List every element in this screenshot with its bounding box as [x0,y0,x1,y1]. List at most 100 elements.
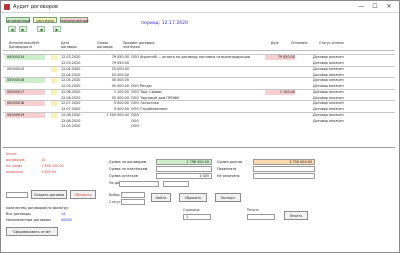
cell-date: 12.09.2020 [61,124,81,128]
close-button[interactable]: ✕ [383,2,395,11]
cell-contract-id: 00000018 [5,101,45,106]
cell-sum: 20 000.00 [111,66,129,71]
search-input[interactable] [119,181,159,187]
table-row[interactable]: 00000018 12.07.2020 5 000.00 ООО Логистика Д… [3,101,395,106]
build-report-button[interactable]: Сформировать отчёт [6,227,58,236]
cell-date: 12.03.2020 [61,55,81,59]
col-header-desc: Предмет договора платёжки [123,41,155,49]
cell-sum: 79 050.00 [111,55,129,59]
cell-marker [51,55,57,60]
cell-debt [265,101,295,106]
page-input[interactable]: 1 [183,214,211,220]
app-icon [4,4,10,10]
all-contracts-link[interactable]: Все договоры [6,212,31,216]
table-row[interactable]: 12.08.2020 ООО Договор оплачен [3,118,395,124]
cell-date: 12.06.2020 [61,89,81,94]
cell-description [131,78,259,83]
status-select-label: Статус [109,200,121,204]
cell-description: ООО [131,118,140,123]
col-header-paid: Оплачено [291,41,308,45]
clear-button[interactable]: Сбросить [179,193,207,202]
cell-debt: 1 100.00 [265,89,295,95]
cell-debt [265,67,295,72]
bottom-divider [3,147,395,148]
print-select[interactable] [247,214,275,220]
cell-sum: 1 100.00 [113,89,129,94]
total-balance-value: 1 000 [156,173,212,179]
cell-status: Договор оплачен [313,112,344,117]
table-row[interactable]: 00000016 12.05.2020 45 000.00 Договор оплач… [3,78,395,83]
summary-sum-value: 1 958 300.00 [41,164,64,168]
cell-sum [99,124,129,129]
unpaid-contracts-link[interactable]: Неоплаченные договоры [6,218,51,222]
overpay-label: Переплата [217,167,237,171]
cell-sum: 1 500 000.00 [106,112,129,117]
cell-contract-id [5,118,45,124]
filter-partial-button[interactable]: частично [33,17,57,23]
cell-date: 12.07.2020 [61,101,81,105]
total-debt-label: Сумма долгов [217,160,243,164]
status-select[interactable] [121,199,145,205]
total-debt-value: 3 750 000.00 [253,159,315,165]
col-header-id: Исполнитель/ИНН Договор/дата [9,41,40,49]
cell-description: ООО Логистика [131,101,159,105]
cell-status [313,124,393,129]
col-header-status: Статус оплаты [319,41,344,45]
option-select-label: Выбор [109,193,120,197]
cell-marker [51,101,57,106]
cell-marker [51,119,57,124]
col-header-debt: Долг [271,41,280,45]
overpay-value [253,166,315,172]
cell-description: ООО [131,112,140,117]
unpaid-value [253,173,315,179]
table-row[interactable]: 00000019 12.08.2020 1 500 000.00 ООО Договор… [3,112,395,118]
table-row[interactable]: 00000017 12.06.2020 1 100.00 ООО Торг-Серви… [3,89,395,95]
table-row[interactable]: 12.09.2020 ООО [3,124,395,129]
cell-date: 12.05.2020 [61,78,81,82]
summary-paid-value: 1 000 00 [41,170,57,174]
table-row[interactable]: 00000014 12.03.2020 79 050.00 ООО Агроснаб … [3,55,395,60]
nav-next-icon[interactable]: ▶ [19,26,27,32]
cell-marker [51,89,57,95]
cell-description: ООО [131,124,140,128]
nav-prev-icon[interactable]: ◀ [8,26,16,32]
filter-paid-button[interactable]: оплаченные [6,17,30,23]
cell-marker [51,78,57,83]
col-header-date: Дата договора [61,41,77,49]
total-contracts-value: 1 798 500.00 [156,159,212,165]
summary-sum-label: на сумму [6,164,23,168]
cell-date: 12.04.2020 [61,66,81,71]
nav-next-icon[interactable]: ▶ [53,26,61,32]
app-window: Аудит договоров — ☐ ✕ оплаченные частичн… [0,0,400,253]
total-balance-label: Сумма остатков [109,174,138,178]
cell-contract-id: 00000019 [5,112,45,118]
cell-debt [265,119,295,124]
maximize-button[interactable]: ☐ [369,2,381,11]
summary-title: Итого [6,152,17,156]
cell-sum [99,119,129,124]
window-title: Аудит договоров [13,4,58,10]
filter-unpaid-button[interactable]: неоплаченные [60,17,89,23]
cell-status: Договор оплачен [313,55,344,59]
filter-count-label: количество договоров по фильтру: [6,206,70,210]
cell-status: Договор оплачен [313,78,344,82]
filter-select[interactable] [6,192,28,198]
cell-status: Договор оплачен [313,66,344,71]
print-button[interactable]: Печать [284,211,308,220]
create-contract-button[interactable]: Создать договор [31,190,67,199]
page-label: Страница: [183,208,201,212]
title-bar: Аудит договоров — ☐ ✕ [1,1,399,13]
nav-prev-icon[interactable]: ◀ [37,26,45,32]
cell-contract-id: 00000016 [5,78,45,83]
option-select[interactable] [121,192,145,198]
minimize-button[interactable]: — [355,2,367,11]
cell-debt [265,124,295,129]
find-button[interactable]: Найти [151,193,171,202]
total-payments-value [156,166,212,172]
refresh-button[interactable]: Обновить [70,190,96,199]
search-extra-input[interactable] [163,181,189,187]
table-row[interactable]: 00000015 12.04.2020 20 000.00 Договор оплач… [3,66,395,72]
cell-status: Договор оплачен [313,118,344,123]
export-button[interactable]: Экспорт [215,193,241,202]
cell-contract-id [5,124,45,129]
